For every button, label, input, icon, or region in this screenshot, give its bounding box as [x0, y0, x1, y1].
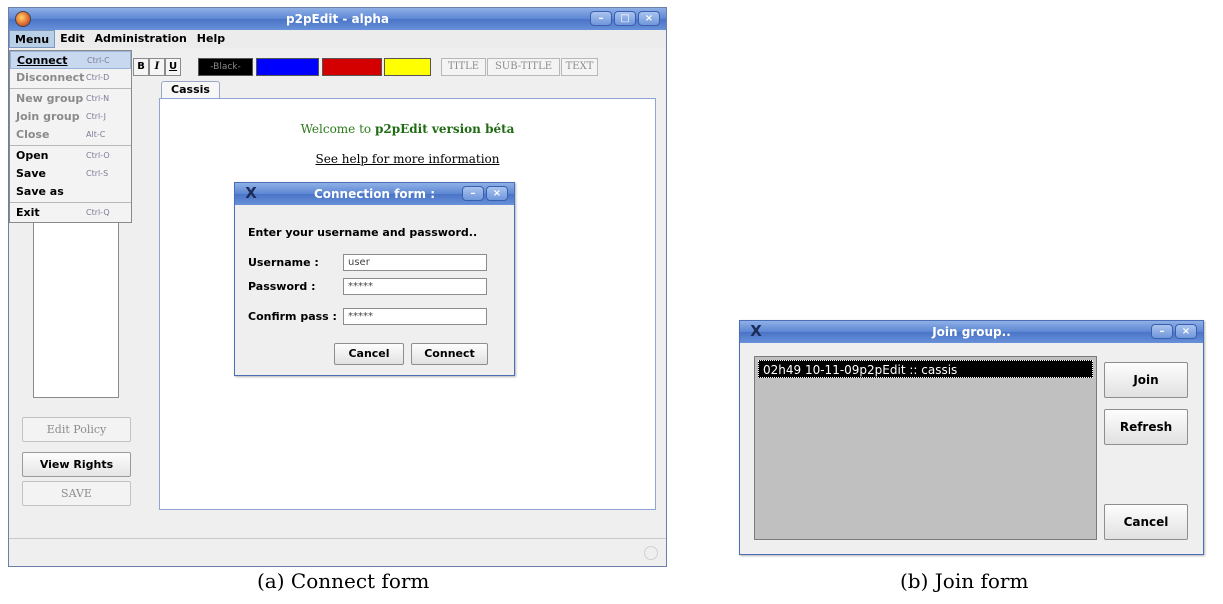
status-bar	[9, 538, 666, 566]
maximize-icon[interactable]: □	[614, 11, 636, 26]
user-list[interactable]	[33, 216, 119, 398]
color-red-button[interactable]	[322, 58, 382, 76]
minimize-icon[interactable]: –	[1151, 324, 1173, 339]
menu-menu[interactable]: Menu	[9, 30, 56, 48]
menu-item-connect[interactable]: Connect Ctrl-C	[10, 51, 131, 69]
tab-cassis[interactable]: Cassis	[161, 81, 220, 99]
x-logo-icon: X	[750, 322, 762, 340]
menu-administration[interactable]: Administration	[90, 30, 192, 48]
status-indicator-icon	[644, 546, 658, 560]
menu-item-new-group[interactable]: New group Ctrl-N	[10, 90, 131, 108]
color-black-button[interactable]: -Black-	[198, 58, 253, 76]
menu-item-close[interactable]: Close Alt-C	[10, 126, 131, 144]
edit-policy-button[interactable]: Edit Policy	[22, 417, 131, 442]
close-icon[interactable]: ×	[1175, 324, 1197, 339]
view-rights-button[interactable]: View Rights	[22, 452, 131, 477]
password-field[interactable]: *****	[343, 278, 487, 295]
menu-help[interactable]: Help	[192, 30, 230, 48]
menu-item-save[interactable]: Save Ctrl-S	[10, 165, 131, 183]
main-window-title: p2pEdit - alpha	[286, 12, 389, 26]
style-text-button[interactable]: TEXT	[561, 58, 598, 76]
minimize-icon[interactable]: –	[590, 11, 612, 26]
welcome-version: p2pEdit version béta	[374, 122, 515, 136]
caption-connect-form: (a) Connect form	[257, 569, 430, 593]
italic-button[interactable]: I	[149, 58, 165, 76]
confirm-pass-field[interactable]: *****	[343, 308, 487, 325]
list-item[interactable]: 02h49 10-11-09p2pEdit :: cassis	[758, 360, 1093, 378]
help-link[interactable]: See help for more information	[160, 152, 655, 166]
menu-edit[interactable]: Edit	[55, 30, 89, 48]
menu-separator	[10, 88, 131, 89]
save-button[interactable]: SAVE	[22, 481, 131, 506]
username-field[interactable]: user	[343, 254, 487, 271]
menu-dropdown: Connect Ctrl-C Disconnect Ctrl-D New gro…	[9, 50, 132, 223]
group-list[interactable]: 02h49 10-11-09p2pEdit :: cassis	[754, 356, 1097, 540]
refresh-button[interactable]: Refresh	[1104, 409, 1188, 445]
connection-form-title: Connection form :	[313, 187, 436, 201]
menu-item-disconnect[interactable]: Disconnect Ctrl-D	[10, 69, 131, 87]
menubar: Menu Edit Administration Help	[9, 30, 666, 48]
color-blue-button[interactable]	[256, 58, 319, 76]
join-group-titlebar[interactable]: X Join group.. – ×	[740, 321, 1203, 343]
join-group-dialog: X Join group.. – × 02h49 10-11-09p2pEdit…	[739, 320, 1204, 555]
menu-item-exit[interactable]: Exit Ctrl-Q	[10, 204, 131, 222]
username-label: Username :	[248, 256, 319, 269]
join-group-title: Join group..	[932, 325, 1011, 339]
connection-prompt: Enter your username and password..	[248, 226, 478, 239]
connection-form-dialog: X Connection form : – × Enter your usern…	[234, 182, 515, 376]
confirm-pass-label: Confirm pass :	[248, 310, 337, 323]
menu-separator	[10, 145, 131, 146]
close-icon[interactable]: ×	[486, 186, 508, 201]
style-subtitle-button[interactable]: SUB-TITLE	[487, 58, 560, 76]
bold-button[interactable]: B	[133, 58, 149, 76]
style-title-button[interactable]: TITLE	[441, 58, 486, 76]
app-logo-icon	[15, 11, 31, 27]
menu-item-join-group[interactable]: Join group Ctrl-J	[10, 108, 131, 126]
cancel-button[interactable]: Cancel	[1104, 504, 1188, 540]
x-logo-icon: X	[245, 184, 257, 202]
minimize-icon[interactable]: –	[462, 186, 484, 201]
cancel-button[interactable]: Cancel	[334, 343, 404, 365]
connection-form-titlebar[interactable]: X Connection form : – ×	[235, 183, 514, 205]
caption-join-form: (b) Join form	[900, 569, 1029, 593]
close-icon[interactable]: ×	[638, 11, 660, 26]
password-label: Password :	[248, 280, 316, 293]
welcome-text: Welcome to p2pEdit version béta	[160, 122, 655, 136]
menu-item-open[interactable]: Open Ctrl-O	[10, 147, 131, 165]
color-black-label: -Black-	[210, 62, 241, 72]
menu-item-save-as[interactable]: Save as	[10, 183, 131, 201]
main-window-titlebar[interactable]: p2pEdit - alpha – □ ×	[9, 8, 666, 30]
menu-separator	[10, 202, 131, 203]
underline-button[interactable]: U	[165, 58, 181, 76]
connect-button[interactable]: Connect	[411, 343, 488, 365]
join-button[interactable]: Join	[1104, 362, 1188, 398]
welcome-prefix: Welcome to	[300, 122, 375, 136]
color-yellow-button[interactable]	[384, 58, 431, 76]
